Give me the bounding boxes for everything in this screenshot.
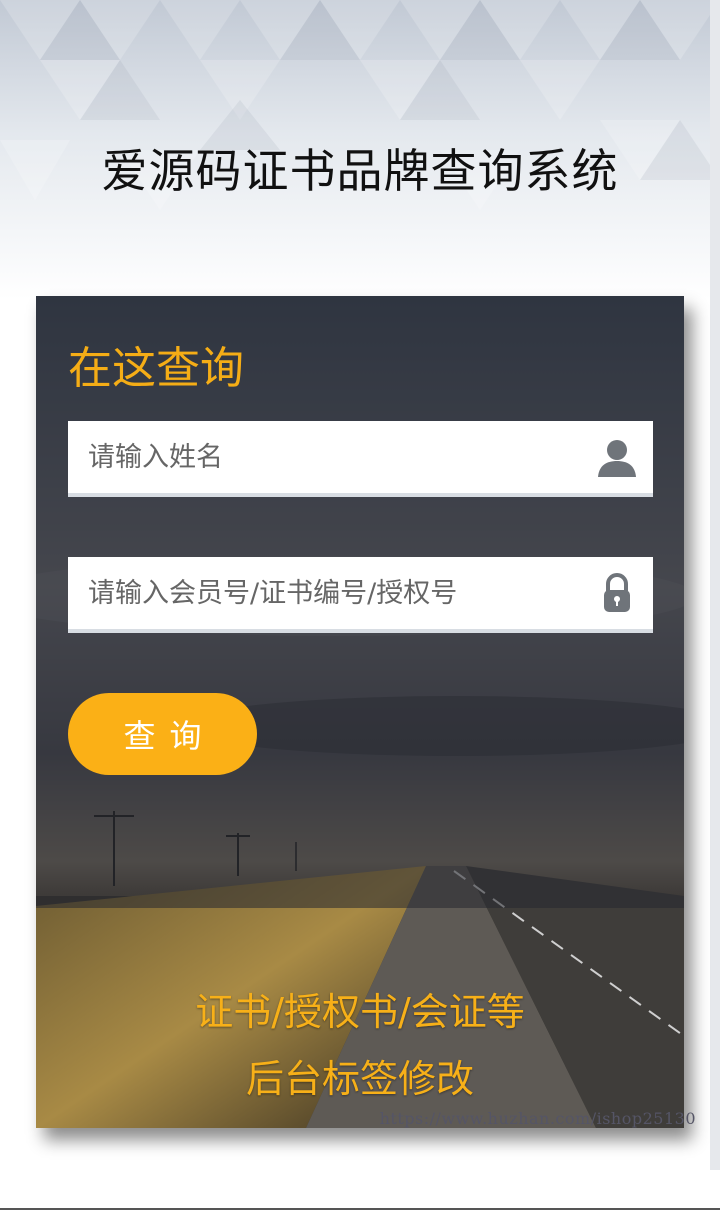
lock-icon	[604, 573, 630, 612]
name-field[interactable]	[68, 421, 653, 497]
page-title: 爱源码证书品牌查询系统	[101, 144, 619, 198]
member-id-field[interactable]	[68, 557, 653, 633]
bottom-divider	[0, 1208, 720, 1210]
watermark-url: https://www.huzhan.com/ishop25130	[379, 1109, 696, 1128]
query-button[interactable]: 查询	[68, 693, 257, 775]
promo-line-1: 证书/授权书/会证等	[195, 990, 525, 1034]
name-input[interactable]	[68, 421, 628, 493]
promo-line-2: 后台标签修改	[245, 1057, 474, 1101]
member-id-input[interactable]	[68, 557, 628, 629]
user-icon	[598, 440, 636, 477]
search-panel: 在这查询 查询	[36, 296, 684, 908]
panel-heading: 在这查询	[68, 343, 244, 394]
search-card: 在这查询 查询 证书/授权书/会证等 后台标签修改	[36, 296, 684, 1128]
